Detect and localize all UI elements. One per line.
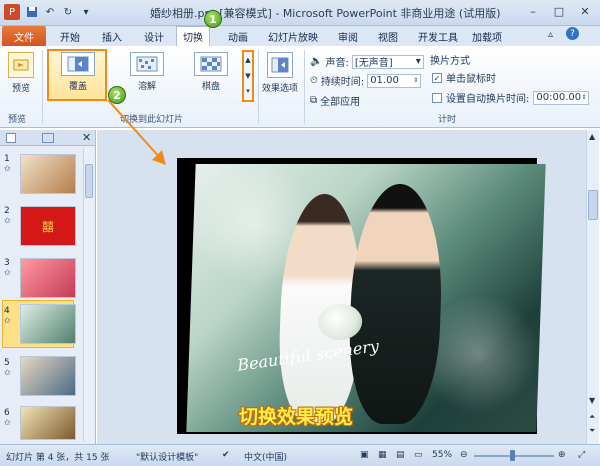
zoom-slider-handle[interactable] xyxy=(510,450,515,461)
normal-view-icon[interactable]: ▣ xyxy=(360,450,369,460)
zoom-out-icon[interactable]: ⊖ xyxy=(460,450,468,460)
zoom-in-icon[interactable]: ⊕ xyxy=(558,450,566,460)
annotation-arrow xyxy=(107,99,166,165)
status-bar: 幻灯片 第 4 张，共 15 张 "默认设计模板" ✔ 中文(中国) ▣ ▦ ▤… xyxy=(0,444,600,466)
spell-check-icon[interactable]: ✔ xyxy=(222,450,230,460)
fit-to-window-icon[interactable]: ⤢ xyxy=(578,450,585,460)
reading-view-icon[interactable]: ▤ xyxy=(396,450,405,460)
slide-sorter-icon[interactable]: ▦ xyxy=(378,450,387,460)
theme-name[interactable]: "默认设计模板" xyxy=(136,450,198,463)
zoom-level[interactable]: 55% xyxy=(432,450,452,460)
slideshow-icon[interactable]: ▭ xyxy=(414,450,423,460)
language[interactable]: 中文(中国) xyxy=(244,450,287,463)
slide-info: 幻灯片 第 4 张，共 15 张 xyxy=(6,453,110,463)
